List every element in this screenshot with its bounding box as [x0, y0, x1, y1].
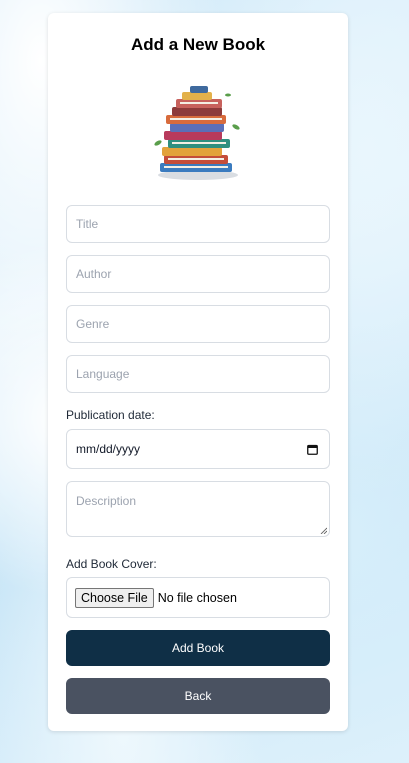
back-button[interactable]: Back: [66, 678, 330, 714]
resize-grip-icon[interactable]: [320, 527, 327, 534]
file-status-text: No file chosen: [157, 590, 237, 605]
choose-file-button[interactable]: Choose File: [75, 587, 154, 608]
description-input[interactable]: [66, 481, 330, 537]
book-cover-file-input[interactable]: Choose File No file chosen: [66, 577, 330, 618]
title-input[interactable]: [66, 205, 330, 243]
author-input[interactable]: [66, 255, 330, 293]
calendar-icon[interactable]: [307, 444, 318, 455]
book-stack-illustration: [154, 86, 240, 180]
add-book-card: Add a New Book Publication date: mm/dd/y…: [48, 13, 348, 731]
date-format-text: mm/dd/yyyy: [76, 442, 141, 456]
description-wrapper: [66, 481, 330, 537]
book-cover-label: Add Book Cover:: [66, 557, 157, 571]
page-title: Add a New Book: [130, 35, 266, 54]
genre-input[interactable]: [66, 305, 330, 343]
publication-date-label: Publication date:: [66, 408, 155, 422]
language-input[interactable]: [66, 355, 330, 393]
add-book-button[interactable]: Add Book: [66, 630, 330, 666]
publication-date-input[interactable]: mm/dd/yyyy: [66, 429, 330, 469]
